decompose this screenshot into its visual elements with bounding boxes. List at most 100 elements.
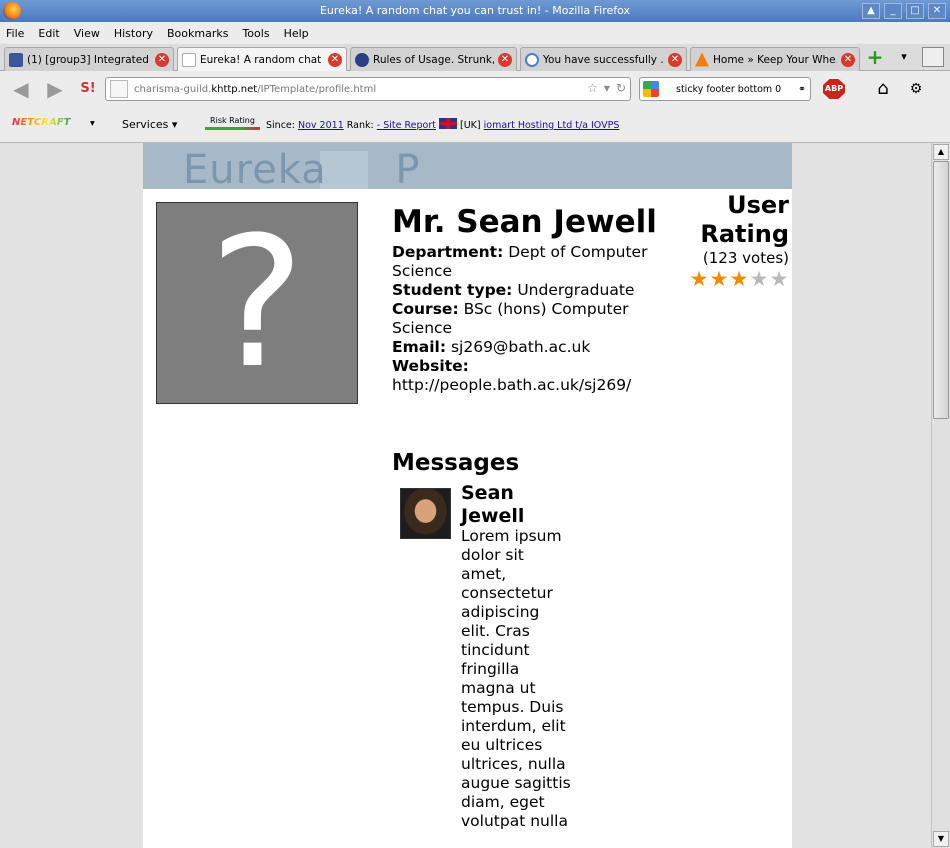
stumble-icon[interactable]: S! xyxy=(77,78,99,100)
vlc-icon xyxy=(695,52,709,67)
netcraft-menu-chevron-icon[interactable]: ▾ xyxy=(90,118,95,129)
close-icon[interactable]: ✕ xyxy=(155,52,169,67)
tab-success[interactable]: You have successfully ... ✕ xyxy=(520,47,687,71)
url-bar[interactable]: charisma-guild. khttp.net/IPTemplate/prof… xyxy=(105,77,631,101)
window-close-button[interactable]: ✕ xyxy=(928,3,946,19)
rating-votes: (123 votes) xyxy=(702,249,789,267)
email-value[interactable]: sj269@bath.ac.uk xyxy=(451,338,590,356)
message-author[interactable]: Sean Jewell xyxy=(461,482,571,528)
email-label: Email: xyxy=(392,338,447,356)
menu-tools[interactable]: Tools xyxy=(242,27,269,40)
star-icon[interactable]: ★ xyxy=(769,269,789,290)
url-dropdown-icon[interactable]: ▾ xyxy=(604,81,610,95)
rating-title: User Rating xyxy=(700,191,789,248)
info-icon xyxy=(525,52,539,67)
url-prefix: charisma-guild. xyxy=(134,83,212,95)
close-icon[interactable]: ✕ xyxy=(498,52,512,67)
search-binoculars-icon[interactable]: ⚭ xyxy=(798,84,806,95)
tab-home[interactable]: Home » Keep Your Whe... ✕ xyxy=(690,47,860,71)
services-label: Services xyxy=(122,118,169,131)
menu-view[interactable]: View xyxy=(74,27,100,40)
scrollbar-thumb[interactable] xyxy=(933,161,949,419)
tab-label: Rules of Usage. Strunk, ... xyxy=(373,53,494,66)
tab-eureka[interactable]: Eureka! A random chat ... ✕ xyxy=(177,47,347,71)
scroll-down-icon[interactable]: ▼ xyxy=(933,831,949,847)
star-icon[interactable]: ★ xyxy=(709,269,729,290)
department-row: Department: Dept of Computer Science xyxy=(392,243,662,281)
window-titlebar: Eureka! A random chat you can trust in! … xyxy=(0,0,950,22)
star-icon[interactable]: ★ xyxy=(689,269,709,290)
hosting-link[interactable]: iomart Hosting Ltd t/a IOVPS xyxy=(484,120,620,131)
student-type-value: Undergraduate xyxy=(517,281,635,299)
home-icon[interactable]: ⌂ xyxy=(873,79,893,99)
scroll-up-icon[interactable]: ▲ xyxy=(933,144,949,160)
addon-menu-icon[interactable]: ⚙ xyxy=(906,79,926,99)
website-row: Website: http://people.bath.ac.uk/sj269/ xyxy=(392,357,662,395)
page-container: Eureka P ? Mr. Sean Jewell Department: D… xyxy=(143,143,792,848)
email-row: Email: sj269@bath.ac.uk xyxy=(392,338,662,357)
firefox-icon[interactable] xyxy=(3,2,21,20)
menu-help[interactable]: Help xyxy=(284,27,309,40)
star-icon[interactable]: ★ xyxy=(729,269,749,290)
profile-details: Mr. Sean Jewell Department: Dept of Comp… xyxy=(392,203,662,395)
site-logo[interactable]: Eureka P xyxy=(183,147,420,193)
window-title: Eureka! A random chat you can trust in! … xyxy=(319,4,631,17)
tab-groups-icon[interactable] xyxy=(922,47,944,67)
page-icon xyxy=(182,52,196,67)
course-label: Course: xyxy=(392,300,459,318)
message-author-avatar[interactable] xyxy=(400,488,451,539)
back-button[interactable]: ◀ xyxy=(10,78,32,100)
navigation-bar: ◀ ▶ S! charisma-guild. khttp.net/IPTempla… xyxy=(0,71,950,106)
url-path: /IPTemplate/profile.html xyxy=(257,83,377,95)
netcraft-logo[interactable]: NETCRAFT xyxy=(12,117,84,133)
vertical-scrollbar[interactable]: ▲ ▼ xyxy=(931,143,950,848)
risk-rating[interactable]: Risk Rating xyxy=(205,116,260,134)
menu-bookmarks[interactable]: Bookmarks xyxy=(167,27,228,40)
profile-name: Mr. Sean Jewell xyxy=(392,204,657,240)
rank-label: Rank: xyxy=(346,120,374,131)
close-icon[interactable]: ✕ xyxy=(668,52,682,67)
tab-label: Eureka! A random chat ... xyxy=(200,53,324,66)
menu-file[interactable]: File xyxy=(6,27,24,40)
netcraft-info: Since: Nov 2011 Rank: - Site Report [UK]… xyxy=(266,118,619,131)
since-link[interactable]: Nov 2011 xyxy=(298,120,344,131)
country-label: [UK] xyxy=(460,120,481,131)
services-menu[interactable]: Services ▾ xyxy=(122,118,177,131)
google-icon[interactable] xyxy=(643,81,659,97)
messages-heading: Messages xyxy=(392,450,520,476)
close-icon[interactable]: ✕ xyxy=(328,52,342,67)
star-icon[interactable]: ★ xyxy=(749,269,769,290)
search-input[interactable]: sticky footer bottom 0 xyxy=(676,84,798,95)
tab-list-chevron-icon[interactable]: ▾ xyxy=(896,50,912,66)
window-maximize-button[interactable]: □ xyxy=(906,3,924,19)
forward-button[interactable]: ▶ xyxy=(44,78,66,100)
globe-icon xyxy=(355,52,369,67)
risk-rating-bar xyxy=(205,127,260,130)
message-text: Lorem ipsum dolor sit amet, consectetur … xyxy=(461,527,571,830)
menu-edit[interactable]: Edit xyxy=(38,27,59,40)
close-icon[interactable]: ✕ xyxy=(841,52,855,67)
site-identity-icon[interactable] xyxy=(110,80,128,98)
website-value[interactable]: http://people.bath.ac.uk/sj269/ xyxy=(392,376,631,394)
search-bar[interactable]: sticky footer bottom 0 ⚭ xyxy=(639,77,811,101)
course-row: Course: BSc (hons) Computer Science xyxy=(392,300,662,338)
site-report-link[interactable]: - Site Report xyxy=(377,120,436,131)
profile-photo-placeholder: ? xyxy=(156,202,358,405)
reload-icon[interactable]: ↻ xyxy=(616,81,626,95)
new-tab-button[interactable]: + xyxy=(863,47,887,68)
tab-rules[interactable]: Rules of Usage. Strunk, ... ✕ xyxy=(350,47,517,71)
url-bar-icons: ☆ ▾ ↻ xyxy=(587,81,626,95)
facebook-icon xyxy=(9,52,23,67)
tab-facebook[interactable]: (1) [group3] Integrated ... ✕ xyxy=(4,47,174,71)
tab-label: Home » Keep Your Whe... xyxy=(713,53,837,66)
netcraft-toolbar: NETCRAFT ▾ Services ▾ Risk Rating Since:… xyxy=(0,106,950,143)
menu-history[interactable]: History xyxy=(114,27,153,40)
risk-rating-label: Risk Rating xyxy=(210,116,255,125)
window-shade-button[interactable]: ▲ xyxy=(862,3,880,19)
since-label: Since: xyxy=(266,120,295,131)
tab-label: You have successfully ... xyxy=(543,53,664,66)
window-minimize-button[interactable]: _ xyxy=(884,3,902,19)
rating-stars[interactable]: ★ ★ ★ ★ ★ xyxy=(675,269,789,290)
adblock-icon[interactable]: ABP xyxy=(823,79,845,99)
bookmark-star-icon[interactable]: ☆ xyxy=(587,81,598,95)
